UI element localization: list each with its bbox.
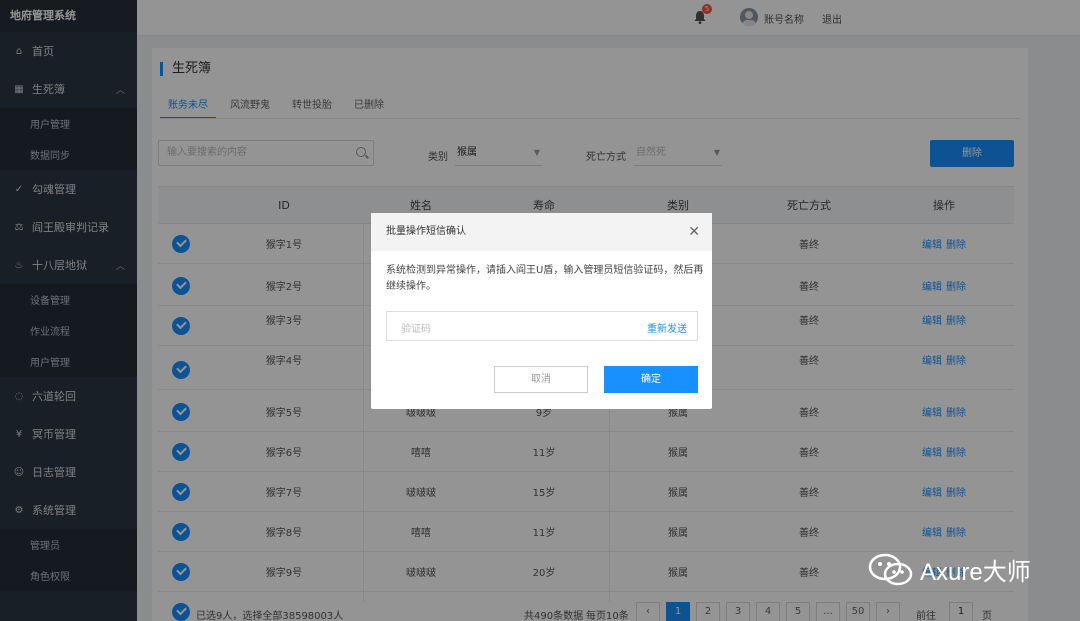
close-icon[interactable]: ✕ <box>688 213 700 251</box>
confirm-button[interactable]: 确定 <box>604 366 698 393</box>
resend-code-link[interactable]: 重新发送 <box>647 320 687 335</box>
verification-code-placeholder: 验证码 <box>401 324 431 335</box>
watermark: Axure大师 <box>868 552 1031 587</box>
cancel-button[interactable]: 取消 <box>494 366 588 393</box>
wechat-logo-icon <box>868 553 913 585</box>
verification-code-field[interactable]: 验证码 重新发送 <box>386 311 698 341</box>
sms-confirm-dialog: 批量操作短信确认 ✕ 系统检测到异常操作，请插入阎王U盾，输入管理员短信验证码，… <box>371 213 712 409</box>
dialog-message: 系统检测到异常操作，请插入阎王U盾，输入管理员短信验证码，然后再继续操作。 <box>386 265 704 292</box>
watermark-text: Axure大师 <box>920 559 1031 586</box>
dialog-header: 批量操作短信确认 ✕ <box>371 213 712 251</box>
dialog-title: 批量操作短信确认 <box>386 226 466 237</box>
